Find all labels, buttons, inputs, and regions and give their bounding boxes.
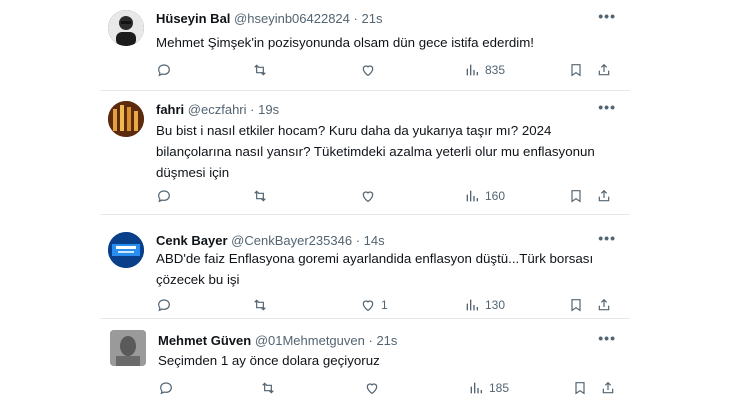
reply-icon — [158, 190, 170, 203]
author-handle[interactable]: @CenkBayer235346 — [231, 233, 352, 248]
timestamp[interactable]: 21s — [376, 333, 397, 348]
tweet-4[interactable]: Mehmet Güven @01Mehmetguven · 21s ••• Se… — [100, 322, 630, 420]
views-button[interactable]: 185 — [468, 378, 509, 398]
timeline: Hüseyin Bal @hseyinb06422824 · 21s ••• M… — [100, 0, 630, 420]
bookmark-icon — [571, 64, 581, 77]
tweet-text: ABD'de faiz Enflasyona goremi ayarlandid… — [156, 251, 594, 287]
reply-button[interactable] — [156, 186, 172, 206]
retweet-button[interactable] — [252, 186, 268, 206]
bookmark-button[interactable] — [568, 295, 584, 315]
separator-dot: · — [250, 102, 255, 117]
tweet-actions: 160 — [156, 186, 616, 206]
separator-dot: · — [353, 11, 358, 26]
views-button[interactable]: 130 — [464, 295, 505, 315]
more-icon[interactable]: ••• — [598, 330, 616, 346]
avatar[interactable] — [110, 330, 146, 366]
like-icon — [362, 191, 374, 203]
author-name[interactable]: fahri — [156, 102, 184, 117]
like-icon — [362, 300, 374, 312]
like-button[interactable] — [360, 60, 381, 80]
like-count: 1 — [381, 298, 388, 312]
author-name[interactable]: Hüseyin Bal — [156, 11, 230, 26]
separator-dot: · — [355, 233, 361, 248]
bookmark-icon — [571, 190, 581, 203]
reply-button[interactable] — [156, 295, 172, 315]
like-button[interactable] — [364, 378, 385, 398]
views-icon — [470, 382, 482, 394]
like-icon — [366, 383, 378, 395]
more-icon[interactable]: ••• — [598, 99, 616, 115]
tweet-header: Mehmet Güven @01Mehmetguven · 21s — [158, 332, 397, 349]
timestamp[interactable]: 21s — [362, 11, 383, 26]
share-icon — [598, 189, 610, 202]
like-button[interactable] — [360, 186, 381, 206]
share-button[interactable] — [596, 186, 612, 206]
reply-icon — [158, 299, 170, 312]
like-icon — [362, 65, 374, 77]
views-button[interactable]: 160 — [464, 186, 505, 206]
bookmark-button[interactable] — [568, 60, 584, 80]
bookmark-button[interactable] — [572, 378, 588, 398]
author-name[interactable]: Mehmet Güven — [158, 333, 251, 348]
share-button[interactable] — [596, 60, 612, 80]
tweet-text: Mehmet Şimşek'in pozisyonunda olsam dün … — [156, 35, 534, 50]
page: { "tweets": [ { "name": "Hüseyin Bal", "… — [0, 0, 730, 420]
retweet-icon — [254, 64, 266, 76]
reply-button[interactable] — [156, 60, 172, 80]
tweet-actions: 185 — [158, 378, 618, 398]
tweet-actions: 835 — [156, 60, 616, 80]
reply-button[interactable] — [158, 378, 174, 398]
retweet-button[interactable] — [252, 295, 268, 315]
retweet-button[interactable] — [252, 60, 268, 80]
share-icon — [598, 298, 610, 311]
author-name[interactable]: Cenk Bayer — [156, 233, 228, 248]
view-count: 835 — [485, 63, 506, 77]
views-icon — [466, 64, 478, 76]
tweet-3[interactable]: Cenk Bayer @CenkBayer235346 · 14s ••• AB… — [100, 222, 630, 318]
avatar[interactable] — [108, 10, 144, 46]
view-count: 185 — [489, 381, 510, 395]
bookmark-icon — [575, 382, 585, 395]
tweet-text: Seçimden 1 ay önce dolara geçiyoruz — [158, 353, 380, 368]
bookmark-icon — [571, 299, 581, 312]
timestamp[interactable]: 19s — [258, 102, 279, 117]
author-handle[interactable]: @eczfahri — [188, 102, 247, 117]
more-icon[interactable]: ••• — [598, 230, 616, 246]
views-button[interactable]: 835 — [464, 60, 505, 80]
avatar[interactable] — [108, 232, 144, 268]
bookmark-button[interactable] — [568, 186, 584, 206]
reply-icon — [158, 64, 170, 77]
tweet-header: Cenk Bayer @CenkBayer235346 · 14s — [156, 232, 385, 249]
tweet-text: Bu bist i nasıl etkiler hocam? Kuru daha… — [156, 123, 595, 180]
author-handle[interactable]: @01Mehmetguven — [255, 333, 365, 348]
tweet-2[interactable]: fahri @eczfahri · 19s ••• Bu bist i nası… — [100, 91, 630, 214]
tweet-header: fahri @eczfahri · 19s — [156, 101, 279, 118]
retweet-icon — [254, 190, 266, 202]
like-button[interactable]: 1 — [360, 295, 388, 315]
tweet-header: Hüseyin Bal @hseyinb06422824 · 21s — [156, 10, 382, 27]
tweet-1[interactable]: Hüseyin Bal @hseyinb06422824 · 21s ••• M… — [100, 0, 630, 90]
views-icon — [466, 190, 478, 202]
tweet-divider — [100, 214, 630, 215]
separator-dot: · — [368, 333, 373, 348]
tweet-divider — [100, 318, 630, 319]
author-handle[interactable]: @hseyinb06422824 — [234, 11, 350, 26]
avatar[interactable] — [108, 101, 144, 137]
share-icon — [598, 63, 610, 76]
share-button[interactable] — [600, 378, 616, 398]
view-count: 130 — [485, 298, 506, 312]
retweet-icon — [262, 382, 274, 394]
views-icon — [466, 299, 478, 311]
view-count: 160 — [485, 189, 506, 203]
more-icon[interactable]: ••• — [598, 8, 616, 24]
share-button[interactable] — [596, 295, 612, 315]
reply-icon — [160, 382, 172, 395]
timestamp[interactable]: 14s — [364, 233, 385, 248]
retweet-icon — [254, 299, 266, 311]
retweet-button[interactable] — [260, 378, 276, 398]
tweet-actions: 1 130 — [156, 295, 616, 315]
share-icon — [602, 381, 614, 394]
